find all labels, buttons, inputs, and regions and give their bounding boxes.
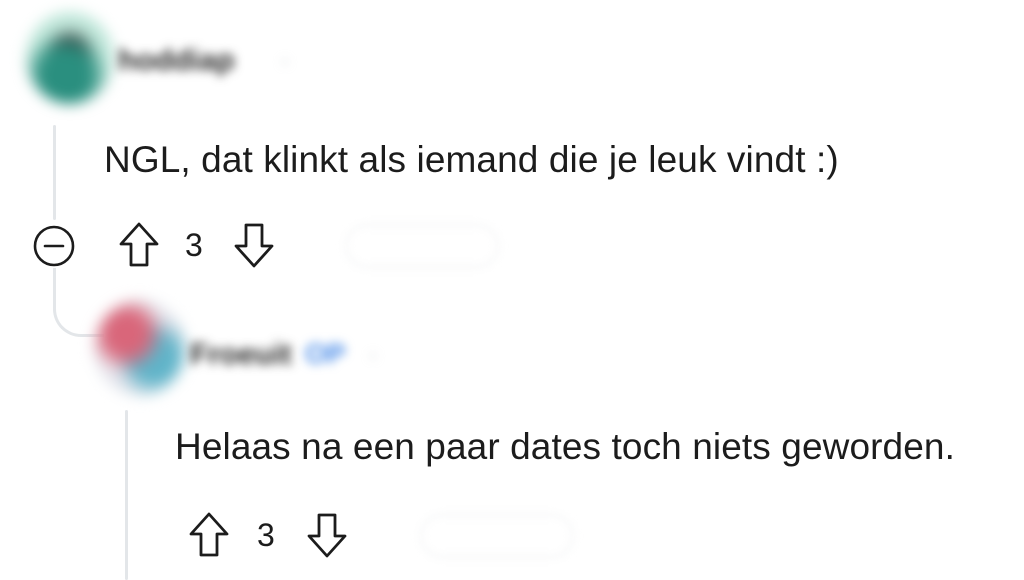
vote-score: 3 (185, 227, 203, 263)
arrow-up-icon[interactable] (186, 510, 232, 560)
reply-button[interactable] (420, 514, 574, 558)
avatar[interactable] (94, 300, 186, 396)
op-badge: OP (305, 338, 346, 369)
username[interactable]: hoddiap (118, 44, 235, 78)
reply-button[interactable] (345, 224, 499, 268)
comment-meta: · (368, 338, 378, 371)
thread-line-2 (125, 410, 128, 580)
thread-line-1 (53, 125, 56, 220)
thread-elbow (53, 268, 104, 337)
comment-body: NGL, dat klinkt als iemand die je leuk v… (104, 139, 839, 180)
arrow-up-icon[interactable] (116, 220, 162, 270)
vote-score: 3 (257, 517, 275, 553)
collapse-minus-icon[interactable] (32, 224, 76, 268)
username[interactable]: Froeuit (190, 338, 292, 372)
comment-body: Helaas na een paar dates toch niets gewo… (175, 426, 955, 467)
comment-meta: · (280, 44, 290, 77)
arrow-down-icon[interactable] (304, 510, 350, 560)
arrow-down-icon[interactable] (231, 220, 277, 270)
avatar[interactable] (26, 12, 114, 104)
